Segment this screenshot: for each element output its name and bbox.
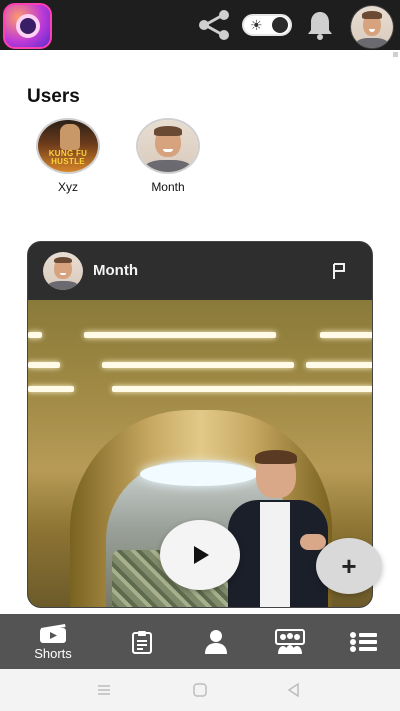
- user-avatar: KUNG FU HUSTLE: [36, 118, 100, 174]
- bottom-nav: Shorts: [0, 614, 400, 669]
- nav-clipboard[interactable]: [122, 614, 162, 669]
- app-screen: ☀ Users KUNG FU HUSTLE Xyz Month Month +…: [0, 0, 400, 711]
- ceiling-light: [84, 332, 276, 338]
- user-avatar: [136, 118, 200, 174]
- nav-shorts[interactable]: Shorts: [20, 614, 86, 669]
- app-logo-icon[interactable]: [3, 3, 52, 49]
- nav-profile[interactable]: [196, 614, 236, 669]
- theme-toggle[interactable]: ☀: [242, 8, 292, 42]
- nav-shorts-label: Shorts: [34, 646, 72, 661]
- play-button[interactable]: [160, 520, 240, 590]
- system-nav-bar: [0, 669, 400, 711]
- card-header: Month: [28, 242, 372, 300]
- ceiling-light: [28, 386, 74, 392]
- back-icon[interactable]: [284, 680, 304, 700]
- shorts-icon: [40, 624, 66, 643]
- top-bar: ☀: [0, 0, 400, 50]
- user-label: Month: [151, 180, 185, 194]
- group-icon: [275, 628, 305, 654]
- ceiling-light: [28, 332, 42, 338]
- ceiling-light: [112, 386, 292, 392]
- menu-icon[interactable]: [94, 680, 114, 700]
- add-button[interactable]: +: [316, 538, 382, 594]
- flag-icon[interactable]: [331, 262, 347, 280]
- profile-avatar[interactable]: [350, 5, 394, 49]
- user-label: Xyz: [57, 180, 78, 194]
- ceiling-light: [306, 362, 372, 368]
- home-icon[interactable]: [190, 680, 210, 700]
- video-person: [218, 448, 338, 607]
- toggle-knob: [272, 17, 288, 33]
- nav-group[interactable]: [270, 614, 310, 669]
- card-avatar[interactable]: [43, 252, 83, 290]
- user-item-xyz[interactable]: KUNG FU HUSTLE Xyz: [33, 118, 103, 194]
- card-username[interactable]: Month: [93, 262, 138, 279]
- list-icon: [350, 631, 377, 652]
- user-item-month[interactable]: Month: [133, 118, 203, 194]
- ceiling-light: [320, 332, 372, 338]
- nav-list[interactable]: [344, 614, 384, 669]
- person-icon: [205, 629, 227, 654]
- clipboard-icon: [132, 630, 152, 654]
- ceiling-light: [290, 386, 372, 392]
- ceiling-light: [28, 362, 60, 368]
- poster-title: KUNG FU HUSTLE: [48, 149, 88, 166]
- ceiling-light: [102, 362, 294, 368]
- sun-icon: ☀: [250, 17, 263, 33]
- share-icon[interactable]: [194, 8, 234, 42]
- scroll-indicator: [393, 52, 398, 57]
- bell-icon[interactable]: [302, 8, 338, 42]
- users-section-title: Users: [27, 86, 80, 107]
- play-icon: [194, 546, 209, 564]
